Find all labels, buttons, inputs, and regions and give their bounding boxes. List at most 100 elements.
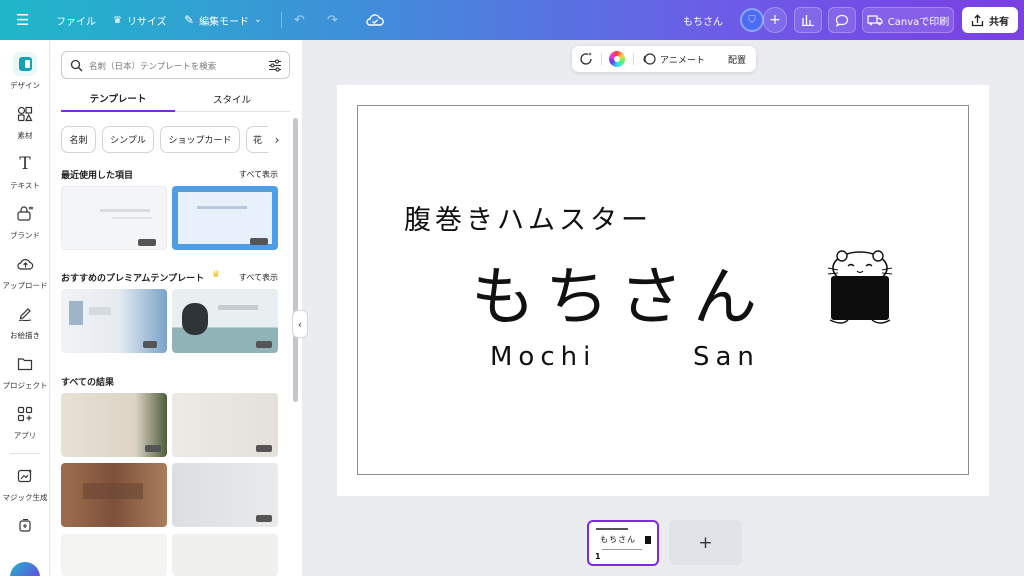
rail-divider bbox=[10, 453, 40, 454]
panel-scrollbar[interactable] bbox=[293, 118, 298, 402]
undo-icon: ↶ bbox=[294, 12, 305, 28]
chip-label: シンプル bbox=[110, 136, 146, 146]
chevron-left-icon: ‹ bbox=[297, 317, 303, 331]
share-upload-icon bbox=[971, 13, 984, 26]
page-thumb-hamster bbox=[645, 536, 651, 544]
card-title-text[interactable]: もちさん bbox=[471, 246, 767, 338]
resize-button[interactable]: ♛ リサイズ bbox=[113, 0, 167, 40]
premium-template-thumb[interactable] bbox=[61, 289, 167, 353]
collapse-panel-button[interactable]: ‹ bbox=[292, 310, 308, 338]
design-icon bbox=[13, 52, 37, 76]
insights-button[interactable] bbox=[794, 7, 822, 33]
recent-see-all-link[interactable]: すべて表示 bbox=[239, 169, 278, 180]
print-with-canva-button[interactable]: Canvaで印刷 bbox=[862, 7, 954, 33]
template-search-field[interactable]: 名刺（日本）テンプレートを検索 bbox=[61, 51, 290, 79]
cloud-check-icon bbox=[366, 14, 384, 26]
crown-icon: ♛ bbox=[113, 14, 122, 26]
folder-icon bbox=[13, 352, 37, 376]
pencil-icon: ✎ bbox=[184, 13, 195, 27]
rail-item-design[interactable]: デザイン bbox=[0, 52, 50, 91]
plus-icon: + bbox=[769, 12, 781, 28]
recent-template-thumb[interactable] bbox=[172, 186, 278, 250]
rail-item-elements[interactable]: 素材 bbox=[0, 102, 50, 141]
hamster-illustration[interactable] bbox=[824, 246, 896, 332]
comments-button[interactable] bbox=[828, 7, 856, 33]
toolbar-divider bbox=[281, 12, 282, 28]
result-template-thumb[interactable] bbox=[61, 534, 167, 576]
chip-business-card[interactable]: 名刺 bbox=[61, 126, 96, 153]
rail-item-more[interactable] bbox=[0, 514, 50, 538]
page-thumbnail[interactable]: もちさん 1 bbox=[587, 520, 659, 566]
arrange-label: 配置 bbox=[728, 55, 747, 66]
panel-tabs: テンプレート スタイル bbox=[61, 86, 290, 112]
card-roman-first[interactable]: Mochi bbox=[490, 342, 596, 372]
chips-next-button[interactable]: › bbox=[270, 126, 284, 153]
color-wheel-icon bbox=[614, 56, 620, 62]
rail-item-magic[interactable]: マジック生成 bbox=[0, 464, 50, 503]
text-icon: T bbox=[19, 154, 31, 174]
animate-button[interactable]: アニメート bbox=[642, 51, 705, 67]
business-card-design[interactable]: 腹巻きハムスター もちさん Mochi San bbox=[357, 105, 969, 475]
magic-icon bbox=[13, 464, 37, 488]
premium-see-all-link[interactable]: すべて表示 bbox=[239, 272, 278, 283]
chip-shop-card[interactable]: ショップカード bbox=[160, 126, 240, 153]
user-avatar[interactable]: ⛉ bbox=[740, 8, 764, 32]
save-status-button[interactable] bbox=[366, 0, 384, 40]
undo-button[interactable]: ↶ bbox=[294, 0, 305, 40]
recent-template-thumb[interactable] bbox=[61, 186, 167, 250]
rail-item-brand[interactable]: ブランド bbox=[0, 202, 50, 241]
chip-simple[interactable]: シンプル bbox=[102, 126, 154, 153]
premium-template-thumb[interactable] bbox=[172, 289, 278, 353]
elements-icon bbox=[13, 102, 37, 126]
result-template-thumb[interactable] bbox=[61, 393, 167, 457]
chevron-down-icon: ⌄ bbox=[254, 15, 262, 25]
print-label: Canvaで印刷 bbox=[887, 16, 950, 28]
rail-item-text[interactable]: T テキスト bbox=[0, 152, 50, 191]
result-template-thumb[interactable] bbox=[61, 463, 167, 527]
apps-icon bbox=[13, 402, 37, 426]
draw-icon bbox=[13, 302, 37, 326]
redo-button[interactable]: ↷ bbox=[327, 0, 338, 40]
add-collaborator-button[interactable]: + bbox=[763, 7, 787, 33]
premium-section-title: おすすめのプレミアムテンプレート bbox=[61, 274, 205, 284]
rail-item-projects[interactable]: プロジェクト bbox=[0, 352, 50, 391]
tab-styles[interactable]: スタイル bbox=[175, 86, 289, 112]
refresh-design-button[interactable] bbox=[578, 51, 594, 67]
chip-label: 花 bbox=[252, 136, 262, 146]
rail-label-design: デザイン bbox=[10, 81, 40, 90]
tab-templates[interactable]: テンプレート bbox=[61, 86, 175, 112]
rail-item-upload[interactable]: アップロード bbox=[0, 252, 50, 291]
chip-label: 名刺 bbox=[69, 136, 88, 146]
document-title[interactable]: もちさん bbox=[683, 0, 723, 40]
edit-mode-label: 編集モード bbox=[199, 16, 250, 28]
assistant-button[interactable] bbox=[10, 562, 40, 576]
filter-sliders-icon[interactable] bbox=[268, 59, 282, 72]
templates-panel: 名刺（日本）テンプレートを検索 テンプレート スタイル 名刺 シンプル ショップ… bbox=[50, 40, 302, 576]
card-roman-second[interactable]: San bbox=[693, 342, 760, 372]
chip-flower[interactable]: 花 bbox=[246, 126, 268, 153]
rail-label-brand: ブランド bbox=[10, 231, 40, 240]
rail-label-apps: アプリ bbox=[13, 431, 37, 440]
share-button[interactable]: 共有 bbox=[962, 7, 1018, 33]
file-menu-label: ファイル bbox=[56, 16, 96, 28]
add-page-button[interactable]: + bbox=[669, 520, 742, 565]
rail-label-magic: マジック生成 bbox=[2, 493, 48, 502]
result-template-thumb[interactable] bbox=[172, 393, 278, 457]
rail-item-draw[interactable]: お絵描き bbox=[0, 302, 50, 341]
plus-icon: + bbox=[698, 532, 713, 553]
rail-item-apps[interactable]: アプリ bbox=[0, 402, 50, 441]
rail-label-text: テキスト bbox=[10, 181, 40, 190]
result-template-thumb[interactable] bbox=[172, 534, 278, 576]
file-menu[interactable]: ファイル bbox=[56, 0, 96, 40]
result-template-thumb[interactable] bbox=[172, 463, 278, 527]
sparkle-refresh-icon bbox=[580, 52, 592, 65]
color-button[interactable] bbox=[609, 51, 625, 67]
rail-label-elements: 素材 bbox=[17, 131, 33, 140]
arrange-button[interactable]: 配置 bbox=[728, 51, 746, 67]
edit-mode-dropdown[interactable]: ✎ 編集モード ⌄ bbox=[184, 0, 262, 40]
shield-icon: ⛉ bbox=[748, 14, 756, 26]
truck-icon bbox=[867, 15, 883, 26]
card-subtitle-text[interactable]: 腹巻きハムスター bbox=[404, 198, 652, 237]
side-rail: デザイン 素材 T テキスト ブランド アップロード お絵描き プロジェクト ア… bbox=[0, 40, 50, 576]
menu-button[interactable]: ☰ bbox=[16, 0, 29, 40]
